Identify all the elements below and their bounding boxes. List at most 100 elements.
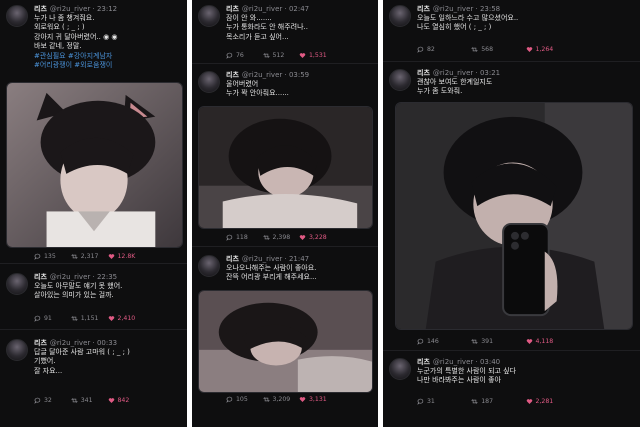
retweet-button[interactable]: 512: [262, 52, 300, 59]
hashtag-line[interactable]: #관심필요 #강아지계남자: [34, 52, 183, 61]
handle[interactable]: @ri2u_river: [242, 71, 282, 79]
avatar[interactable]: [389, 69, 411, 91]
tweet-actions: 32 341 842: [34, 397, 181, 404]
tweet[interactable]: 리츠 @ri2u_river · 02:47 잠이 안 와....... 누가 통…: [192, 0, 378, 64]
timestamp[interactable]: 03:40: [480, 358, 500, 366]
tweet-text: 잠이 안 와....... 누가 통화라도 안 해주려나.. 목소리가 듣고 싶…: [226, 14, 308, 41]
display-name[interactable]: 리츠: [34, 339, 47, 347]
reply-button[interactable]: 146: [417, 338, 471, 345]
like-button[interactable]: 1,531: [299, 52, 336, 59]
tweet-image[interactable]: [395, 102, 633, 330]
reply-button[interactable]: 118: [226, 234, 263, 241]
tweet-text: 답글 달아준 사람 고마워 ( ; _ ; ) 기뻤어. 잘 자요...: [34, 348, 130, 375]
tweet[interactable]: 리츠 @ri2u_river · 23:12 누가 나 좀 챙겨줘요. 외로워요 …: [0, 0, 187, 264]
tweet[interactable]: 리츠 @ri2u_river · 03:21 괜찮아 보여도 한계일지도 누가 좀…: [383, 64, 640, 351]
retweet-icon: [71, 254, 78, 259]
avatar[interactable]: [6, 273, 28, 295]
display-name[interactable]: 리츠: [34, 5, 47, 13]
heart-icon: [526, 339, 532, 344]
timestamp[interactable]: 02:47: [289, 5, 309, 13]
avatar[interactable]: [389, 358, 411, 380]
retweet-button[interactable]: 1,151: [71, 315, 108, 322]
tweet-actions: 76 512 1,531: [226, 52, 372, 59]
handle[interactable]: @ri2u_river: [50, 273, 90, 281]
avatar[interactable]: [198, 71, 220, 93]
like-button[interactable]: 2,410: [108, 315, 145, 322]
heart-icon: [299, 397, 306, 402]
like-button[interactable]: 3,228: [299, 234, 336, 241]
handle[interactable]: @ri2u_river: [433, 69, 473, 77]
avatar[interactable]: [198, 255, 220, 277]
display-name[interactable]: 리츠: [226, 255, 239, 263]
reply-icon: [34, 253, 41, 260]
avatar[interactable]: [198, 5, 220, 27]
reply-button[interactable]: 76: [226, 52, 263, 59]
timestamp[interactable]: 22:35: [97, 273, 117, 281]
like-button[interactable]: 12.8K: [108, 253, 145, 260]
avatar[interactable]: [6, 5, 28, 27]
like-button[interactable]: 1,264: [526, 46, 580, 53]
retweet-button[interactable]: 568: [471, 46, 525, 53]
timestamp[interactable]: 23:12: [97, 5, 117, 13]
retweet-button[interactable]: 391: [471, 338, 525, 345]
tweet[interactable]: 리츠 @ri2u_river · 03:59 울어버렸어 누가 꽉 안아줘요...…: [192, 66, 378, 247]
retweet-button[interactable]: 3,209: [262, 396, 300, 403]
display-name[interactable]: 리츠: [417, 5, 430, 13]
retweet-button[interactable]: 341: [71, 397, 108, 404]
retweet-icon: [471, 47, 478, 52]
reply-button[interactable]: 82: [417, 46, 471, 53]
hashtag-line[interactable]: #어리광쟁이 #외로움쟁이: [34, 61, 183, 70]
tweet-image[interactable]: [198, 290, 373, 393]
handle[interactable]: @ri2u_river: [433, 358, 473, 366]
display-name[interactable]: 리츠: [417, 358, 430, 366]
reply-button[interactable]: 91: [34, 315, 71, 322]
handle[interactable]: @ri2u_river: [50, 5, 90, 13]
avatar[interactable]: [389, 5, 411, 27]
timestamp[interactable]: 03:59: [289, 71, 309, 79]
tweet[interactable]: 리츠 @ri2u_river · 23:58 오늘도 일하느라 수고 많으셨어요.…: [383, 0, 640, 62]
retweet-icon: [71, 398, 78, 403]
reply-button[interactable]: 135: [34, 253, 71, 260]
tweet[interactable]: 리츠 @ri2u_river · 21:47 오나오나해주는 사람이 좋아요. 잔…: [192, 250, 378, 427]
timestamp[interactable]: 23:58: [480, 5, 500, 13]
retweet-button[interactable]: 2,317: [71, 253, 108, 260]
tweet-actions: 146 391 4,118: [417, 338, 634, 345]
display-name[interactable]: 리츠: [34, 273, 47, 281]
reply-icon: [417, 398, 424, 405]
reply-button[interactable]: 105: [226, 396, 263, 403]
tweet-image[interactable]: [198, 106, 373, 229]
tweet-image[interactable]: [6, 82, 183, 248]
reply-button[interactable]: 31: [417, 398, 471, 405]
tweet-text: 오늘도 일하느라 수고 많으셨어요.. 나도 열심히 했어 ( ; _ ; ): [417, 14, 519, 32]
reply-icon: [417, 46, 424, 53]
like-button[interactable]: 842: [108, 397, 145, 404]
retweet-button[interactable]: 2,398: [262, 234, 300, 241]
like-button[interactable]: 4,118: [526, 338, 580, 345]
tweet-actions: 105 3,209 3,131: [226, 396, 372, 403]
display-name[interactable]: 리츠: [226, 5, 239, 13]
tweet-actions: 135 2,317 12.8K: [34, 253, 181, 260]
heart-icon: [108, 398, 114, 403]
timestamp[interactable]: 21:47: [289, 255, 309, 263]
tweet-actions: 82 568 1,264: [417, 46, 634, 53]
handle[interactable]: @ri2u_river: [242, 255, 282, 263]
timestamp[interactable]: 00:33: [97, 339, 117, 347]
tweet[interactable]: 리츠 @ri2u_river · 00:33 답글 달아준 사람 고마워 ( ; …: [0, 334, 187, 427]
like-button[interactable]: 2,281: [526, 398, 580, 405]
tweet[interactable]: 리츠 @ri2u_river · 03:40 누군가의 특별한 사람이 되고 싶다…: [383, 353, 640, 427]
reply-icon: [34, 397, 41, 404]
reply-button[interactable]: 32: [34, 397, 71, 404]
like-button[interactable]: 3,131: [299, 396, 336, 403]
timestamp[interactable]: 03:21: [480, 69, 500, 77]
retweet-icon: [262, 235, 270, 240]
display-name[interactable]: 리츠: [417, 69, 430, 77]
display-name[interactable]: 리츠: [226, 71, 239, 79]
retweet-button[interactable]: 187: [471, 398, 525, 405]
retweet-icon: [471, 399, 478, 404]
heart-icon: [299, 235, 306, 240]
handle[interactable]: @ri2u_river: [433, 5, 473, 13]
avatar[interactable]: [6, 339, 28, 361]
tweet[interactable]: 리츠 @ri2u_river · 22:35 오늘도 아무말도 얘기 못 했어. …: [0, 268, 187, 330]
handle[interactable]: @ri2u_river: [50, 339, 90, 347]
handle[interactable]: @ri2u_river: [242, 5, 282, 13]
